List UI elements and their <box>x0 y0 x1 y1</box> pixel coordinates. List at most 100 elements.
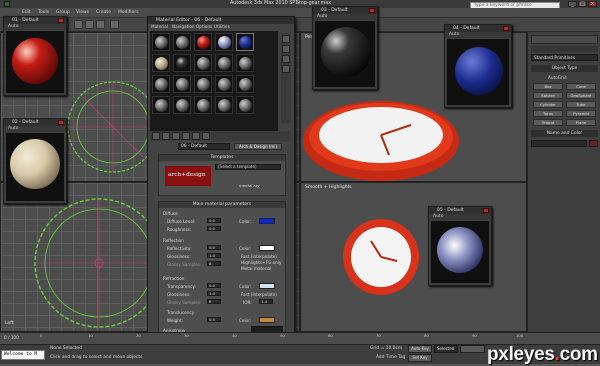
snap-icon[interactable] <box>74 20 83 29</box>
plane-button[interactable]: Plane <box>566 119 596 126</box>
templates-dropdown[interactable]: (Select a template) <box>215 164 281 170</box>
viewport-smooth[interactable]: Smooth + Highlights <box>300 182 527 332</box>
material-name-field[interactable]: 06 - Default <box>178 143 230 150</box>
material-type-button[interactable]: Arch & Design (mi) <box>234 143 282 150</box>
put-library-icon[interactable] <box>192 132 200 140</box>
close-icon[interactable] <box>369 8 375 13</box>
material-window-05[interactable]: 05 - Default Auto <box>428 206 492 286</box>
menu-tools[interactable]: Tools <box>38 10 49 15</box>
close-icon[interactable] <box>483 208 489 213</box>
menu-group[interactable]: Group <box>56 10 70 15</box>
transparency-spinner[interactable]: 0.0 <box>207 283 221 288</box>
reflection-fast-checkbox[interactable]: Fast (interpolate) <box>241 254 277 259</box>
primitive-dropdown[interactable]: Standard Primitives <box>531 54 598 61</box>
material-window-04[interactable]: 04 - Default Auto <box>444 24 512 108</box>
close-button[interactable]: × <box>588 1 597 7</box>
refraction-samples-spinner[interactable]: 8 <box>207 299 221 304</box>
material-window-03[interactable]: 03 - Default Auto <box>312 6 378 90</box>
mirror-icon[interactable] <box>85 20 94 29</box>
material-editor-window[interactable]: Material Editor - 06 - Default Material … <box>147 16 295 347</box>
auto-checkbox[interactable]: Auto <box>313 14 377 20</box>
sample-slot[interactable] <box>152 54 170 72</box>
torus-button[interactable]: Torus <box>533 110 563 117</box>
menu-utilities[interactable]: Utilities <box>214 24 230 30</box>
sample-slot[interactable] <box>236 54 254 72</box>
box-button[interactable]: Box <box>533 83 563 90</box>
sample-slot[interactable] <box>215 75 233 93</box>
object-name-field[interactable] <box>531 140 587 147</box>
ior-spinner[interactable]: 1.4 <box>259 299 273 304</box>
menu-create[interactable]: Create <box>96 10 111 15</box>
reflection-color-swatch[interactable] <box>259 245 275 251</box>
background-icon[interactable] <box>282 55 290 63</box>
reflectivity-spinner[interactable]: 0.0 <box>207 245 221 250</box>
menu-options[interactable]: Options <box>196 24 212 30</box>
maxscript-listener[interactable]: Welcome to M <box>1 350 45 360</box>
cone-button[interactable]: Cone <box>566 83 596 90</box>
render-icon[interactable] <box>110 20 119 29</box>
playback-controls[interactable] <box>460 345 485 353</box>
sphere-button[interactable]: Sphere <box>533 92 563 99</box>
sample-slot[interactable] <box>215 96 233 114</box>
options-icon[interactable] <box>282 65 290 73</box>
cylinder-button[interactable]: Cylinder <box>533 101 563 108</box>
get-material-icon[interactable] <box>152 132 160 140</box>
main-parameters-header[interactable]: Main material parameters <box>159 202 285 208</box>
auto-checkbox[interactable]: Auto <box>429 214 491 220</box>
refraction-color-swatch[interactable] <box>259 283 275 289</box>
close-icon[interactable] <box>58 120 64 125</box>
sample-slot[interactable] <box>173 33 191 51</box>
maximize-button[interactable]: □ <box>578 1 587 7</box>
sample-slot[interactable] <box>152 33 170 51</box>
tube-button[interactable]: Tube <box>566 101 596 108</box>
sample-slot[interactable] <box>152 96 170 114</box>
command-panel-tabs[interactable] <box>531 35 598 44</box>
reset-map-icon[interactable] <box>172 132 180 140</box>
sample-slot[interactable] <box>215 54 233 72</box>
sample-slot[interactable] <box>173 75 191 93</box>
sample-slot[interactable] <box>194 54 212 72</box>
app-logo-icon[interactable] <box>4 1 10 7</box>
pyramid-button[interactable]: Pyramid <box>566 110 596 117</box>
diffuse-level-spinner[interactable]: 0.0 <box>207 218 221 223</box>
translucency-weight-spinner[interactable]: 0.5 <box>207 317 221 322</box>
viewport-label[interactable]: Smooth + Highlights <box>305 185 352 190</box>
geosphere-button[interactable]: GeoSphere <box>566 92 596 99</box>
create-category-icons[interactable] <box>531 46 598 52</box>
diffuse-color-swatch[interactable] <box>259 218 275 224</box>
refraction-fast-checkbox[interactable]: Fast (interpolate) <box>241 292 277 297</box>
close-icon[interactable] <box>503 26 509 31</box>
roughness-spinner[interactable]: 0.0 <box>207 226 221 231</box>
auto-checkbox[interactable]: Auto <box>4 126 66 132</box>
sample-slot[interactable] <box>173 54 191 72</box>
show-map-icon[interactable] <box>202 132 210 140</box>
minimize-button[interactable]: _ <box>568 1 577 7</box>
refraction-glossiness-spinner[interactable]: 1.0 <box>207 291 221 296</box>
backlight-icon[interactable] <box>282 45 290 53</box>
menu-edit[interactable]: Edit <box>22 10 31 15</box>
translucency-checkbox[interactable]: Translucency <box>167 310 194 315</box>
close-icon[interactable] <box>58 18 64 23</box>
reflection-glossiness-spinner[interactable]: 1.0 <box>207 253 221 258</box>
viewport-label[interactable]: Left <box>5 321 13 326</box>
material-window-02[interactable]: 02 - Default Auto <box>3 118 67 204</box>
set-key-button[interactable]: Set Key <box>408 354 432 362</box>
sample-slot[interactable] <box>215 33 233 51</box>
sample-slot[interactable] <box>236 33 254 51</box>
menu-modifiers[interactable]: Modifiers <box>118 10 139 15</box>
sample-slot[interactable] <box>194 33 212 51</box>
align-icon[interactable] <box>96 20 105 29</box>
object-color-swatch[interactable] <box>589 140 598 147</box>
selected-dropdown[interactable]: Selected <box>434 345 458 353</box>
templates-header[interactable]: Templates <box>159 155 285 161</box>
sample-slot[interactable] <box>152 75 170 93</box>
auto-checkbox[interactable]: Auto <box>445 32 511 38</box>
sample-slot[interactable] <box>236 75 254 93</box>
menu-navigation[interactable]: Navigation <box>172 24 195 30</box>
sample-slot[interactable] <box>236 96 254 114</box>
auto-checkbox[interactable]: Auto <box>4 24 66 30</box>
auto-key-button[interactable]: Auto Key <box>408 345 432 353</box>
teapot-button[interactable]: Teapot <box>533 119 563 126</box>
reflection-samples-spinner[interactable]: 8 <box>207 261 221 266</box>
object-type-header[interactable]: Object Type <box>531 65 598 72</box>
